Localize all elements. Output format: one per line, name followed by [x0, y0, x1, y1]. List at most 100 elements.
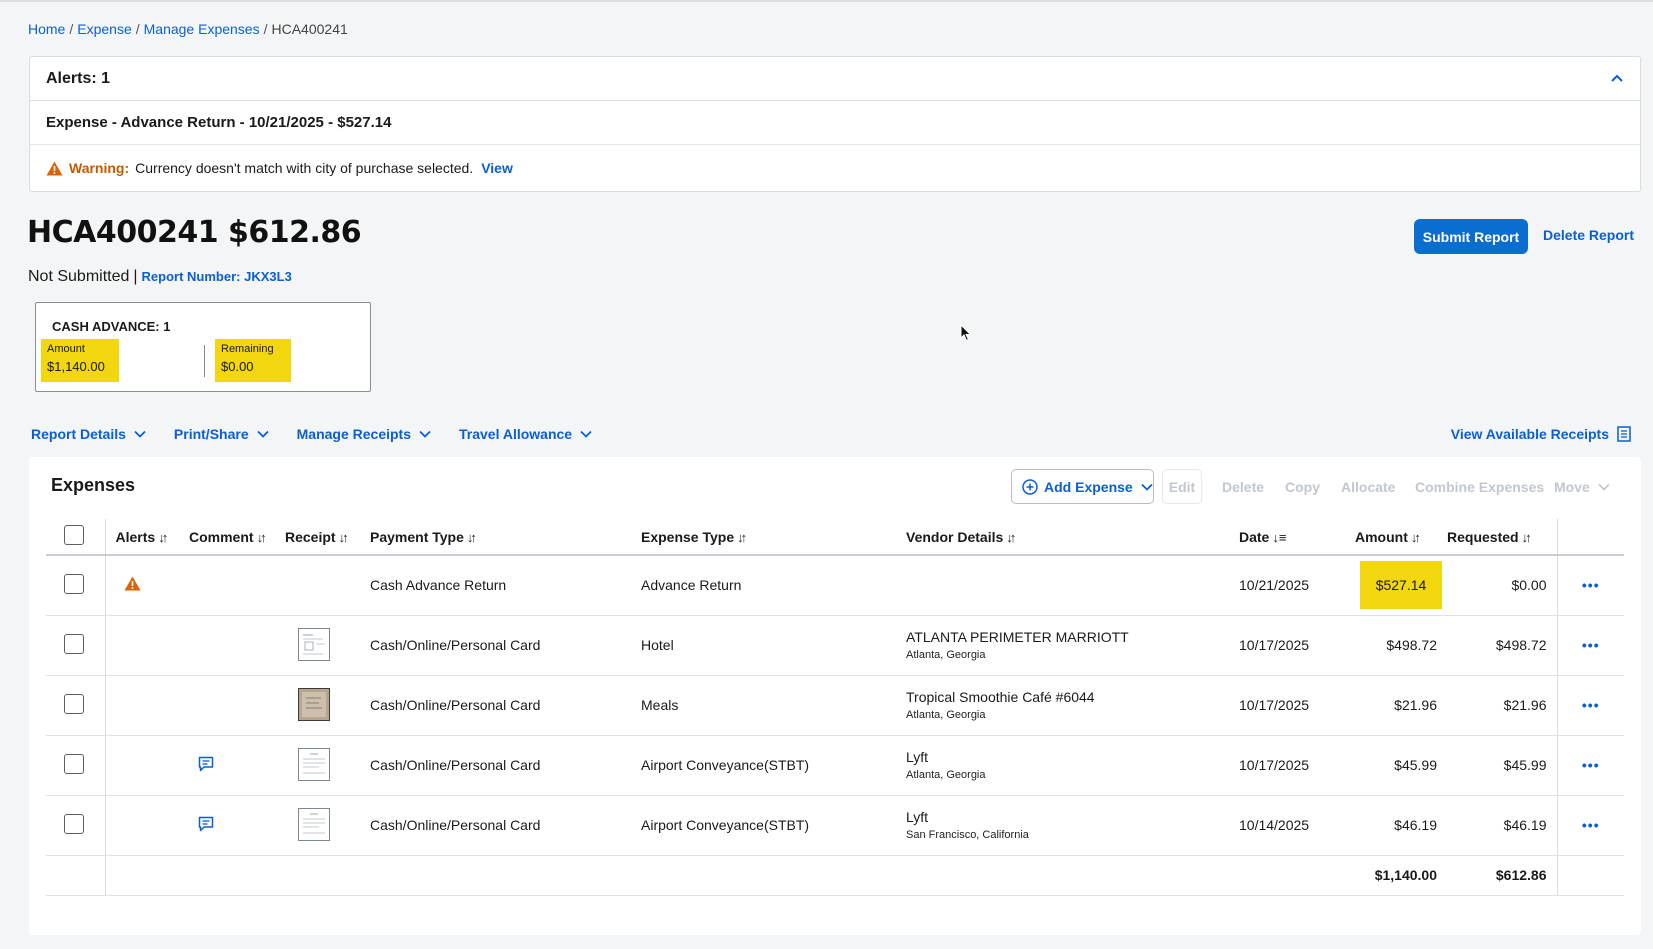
- expense-type-cell: Advance Return: [641, 555, 906, 616]
- chevron-down-icon: [1141, 483, 1153, 491]
- chevron-down-icon: [134, 430, 146, 438]
- vendor-name: Tropical Smoothie Café #6044: [906, 689, 1095, 705]
- vendor-name: Lyft: [906, 749, 929, 765]
- alerts-header[interactable]: Alerts: 1: [30, 57, 1640, 101]
- table-row[interactable]: Cash/Online/Personal Card Airport Convey…: [46, 795, 1624, 856]
- page: Home / Expense / Manage Expenses / HCA400241 A…: [0, 0, 1653, 949]
- row-select-cell: [46, 735, 105, 796]
- table-row[interactable]: Cash/Online/Personal Card Meals Tropical…: [46, 675, 1624, 736]
- date-cell: 10/21/2025: [1239, 555, 1355, 616]
- row-checkbox[interactable]: [64, 753, 84, 774]
- row-checkbox[interactable]: [64, 573, 84, 594]
- alerts-cell: [104, 795, 181, 856]
- date-cell: 10/17/2025: [1239, 615, 1355, 676]
- expense-type-cell: Airport Conveyance(STBT): [641, 735, 906, 796]
- alerts-cell: [104, 735, 181, 796]
- comment-icon[interactable]: [198, 756, 214, 772]
- payment-type-cell: Cash Advance Return: [370, 555, 641, 616]
- submit-report-button[interactable]: Submit Report: [1414, 219, 1528, 254]
- chevron-up-icon[interactable]: [1610, 71, 1624, 85]
- copy-button[interactable]: Copy: [1285, 469, 1320, 504]
- empty-cell: [1556, 855, 1624, 896]
- combine-expenses-button[interactable]: Combine Expenses: [1415, 469, 1544, 504]
- add-expense-button[interactable]: Add Expense: [1011, 469, 1154, 504]
- warning-text: Currency doesn't match with city of purc…: [135, 160, 474, 176]
- row-checkbox[interactable]: [64, 693, 84, 714]
- breadcrumb-separator: /: [135, 21, 140, 37]
- col-receipt[interactable]: Receipt ↓↑: [283, 519, 370, 556]
- col-date[interactable]: Date ↓≡: [1239, 519, 1355, 556]
- breadcrumb-home[interactable]: Home: [28, 21, 65, 37]
- amount-value: $1,140.00: [47, 359, 105, 374]
- vendor-cell: ATLANTA PERIMETER MARRIOTT Atlanta, Geor…: [906, 615, 1239, 676]
- more-actions-icon[interactable]: •••: [1556, 735, 1624, 796]
- sort-icon: ↓↑: [1006, 529, 1016, 545]
- edit-button[interactable]: Edit: [1162, 469, 1202, 504]
- col-amount[interactable]: Amount ↓↑: [1355, 519, 1447, 556]
- col-label: Date: [1239, 528, 1270, 545]
- menu-print-share[interactable]: Print/Share: [174, 426, 269, 442]
- report-number-link[interactable]: Report Number: JKX3L3: [142, 269, 292, 284]
- receipt-thumbnail[interactable]: [298, 627, 330, 661]
- date-cell: 10/17/2025: [1239, 675, 1355, 736]
- warning-icon[interactable]: [124, 576, 141, 591]
- delete-report-button[interactable]: Delete Report: [1543, 227, 1634, 243]
- sort-desc-icon: ↓≡: [1272, 529, 1287, 545]
- alerts-count: Alerts: 1: [46, 69, 111, 87]
- receipt-thumbnail[interactable]: [298, 687, 330, 721]
- expense-type-cell: Hotel: [641, 615, 906, 676]
- col-alerts[interactable]: Alerts ↓↑: [104, 519, 181, 556]
- col-comment[interactable]: Comment ↓↑: [181, 519, 283, 556]
- receipt-icon: [1617, 426, 1631, 442]
- status-separator: |: [133, 268, 138, 285]
- cash-advance-amount: Amount $1,140.00: [41, 339, 119, 382]
- view-available-receipts-link[interactable]: View Available Receipts: [1451, 426, 1631, 442]
- more-actions-icon[interactable]: •••: [1556, 675, 1624, 736]
- alert-warning-row: Warning: Currency doesn't match with cit…: [30, 145, 1640, 191]
- sort-icon: ↓↑: [158, 529, 168, 545]
- receipt-thumbnail[interactable]: [298, 807, 330, 841]
- move-button[interactable]: Move: [1554, 469, 1610, 504]
- table-row[interactable]: Cash/Online/Personal Card Hotel ATLANTA …: [46, 615, 1624, 676]
- comment-cell: [181, 795, 283, 856]
- menu-manage-receipts[interactable]: Manage Receipts: [297, 426, 431, 442]
- breadcrumb-expense[interactable]: Expense: [77, 21, 131, 37]
- col-label: Comment: [189, 528, 254, 545]
- more-actions-icon[interactable]: •••: [1556, 555, 1624, 616]
- col-expense-type[interactable]: Expense Type ↓↑: [641, 519, 906, 556]
- breadcrumb-separator: /: [263, 21, 268, 37]
- delete-button[interactable]: Delete: [1222, 469, 1264, 504]
- receipt-thumbnail[interactable]: [298, 747, 330, 781]
- allocate-button[interactable]: Allocate: [1341, 469, 1395, 504]
- menu-travel-allowance[interactable]: Travel Allowance: [459, 426, 592, 442]
- row-checkbox[interactable]: [64, 813, 84, 834]
- alerts-cell: [104, 675, 181, 736]
- select-all-checkbox[interactable]: [64, 525, 84, 545]
- empty-cell: [46, 855, 105, 896]
- menu-report-details[interactable]: Report Details: [31, 426, 146, 442]
- table-row[interactable]: Cash/Online/Personal Card Airport Convey…: [46, 735, 1624, 796]
- chevron-down-icon: [1598, 483, 1610, 491]
- payment-type-cell: Cash/Online/Personal Card: [370, 675, 641, 736]
- row-checkbox[interactable]: [64, 633, 84, 654]
- breadcrumb-manage-expenses[interactable]: Manage Expenses: [144, 21, 260, 37]
- total-amount: $1,140.00: [1355, 855, 1447, 896]
- col-requested[interactable]: Requested ↓↑: [1447, 519, 1557, 556]
- sort-icon: ↓↑: [466, 529, 477, 545]
- more-actions-icon[interactable]: •••: [1556, 615, 1624, 676]
- alert-view-link[interactable]: View: [481, 160, 513, 176]
- receipt-cell: [283, 555, 370, 616]
- chevron-down-icon: [256, 430, 269, 438]
- col-payment-type[interactable]: Payment Type ↓↑: [370, 519, 641, 556]
- col-vendor-details[interactable]: Vendor Details ↓↑: [906, 519, 1239, 556]
- sort-icon: ↓↑: [1410, 529, 1421, 545]
- receipt-image-icon: [303, 813, 325, 833]
- col-label: Requested: [1447, 528, 1519, 545]
- cash-advance-card[interactable]: CASH ADVANCE: 1 Amount $1,140.00 Remaini…: [35, 302, 371, 392]
- expenses-table: Alerts ↓↑ Comment ↓↑ Receipt ↓↑ Payment Typ…: [46, 519, 1624, 896]
- report-status-line: Not Submitted | Report Number: JKX3L3: [28, 268, 292, 286]
- table-row[interactable]: Cash Advance Return Advance Return 10/21…: [46, 555, 1624, 616]
- comment-icon[interactable]: [198, 816, 214, 832]
- report-title: HCA400241 $612.86: [27, 215, 362, 250]
- more-actions-icon[interactable]: •••: [1556, 795, 1624, 856]
